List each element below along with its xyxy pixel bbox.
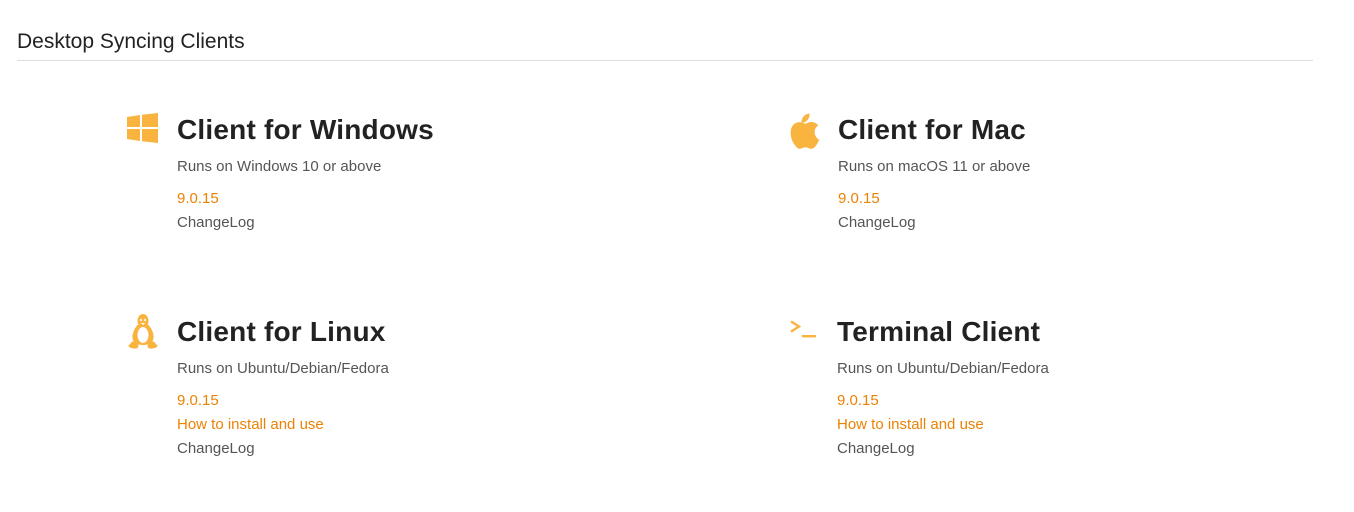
changelog-link[interactable]: ChangeLog — [177, 439, 389, 459]
windows-icon — [127, 113, 161, 151]
version-link[interactable]: 9.0.15 — [838, 189, 1030, 209]
client-body: Client for Mac Runs on macOS 11 or above… — [838, 113, 1030, 233]
client-requirement: Runs on Ubuntu/Debian/Fedora — [837, 360, 1049, 377]
how-to-install-link[interactable]: How to install and use — [837, 415, 1049, 435]
client-requirement: Runs on Windows 10 or above — [177, 158, 382, 175]
section-header: Desktop Syncing Clients — [17, 28, 1313, 61]
client-title: Client for Linux — [177, 316, 386, 347]
version-link[interactable]: 9.0.15 — [837, 391, 1049, 411]
client-body: Terminal Client Runs on Ubuntu/Debian/Fe… — [837, 315, 1049, 459]
changelog-link[interactable]: ChangeLog — [838, 213, 1030, 233]
client-requirement: Runs on Ubuntu/Debian/Fedora — [177, 360, 389, 377]
client-title: Client for Windows — [177, 114, 434, 145]
how-to-install-link[interactable]: How to install and use — [177, 415, 389, 435]
version-link[interactable]: 9.0.15 — [177, 391, 389, 411]
terminal-icon — [788, 315, 822, 353]
linux-icon — [127, 313, 161, 351]
changelog-link[interactable]: ChangeLog — [177, 213, 434, 233]
client-body: Client for Windows Runs on Windows 10 or… — [177, 113, 434, 233]
client-title: Terminal Client — [837, 316, 1041, 347]
apple-icon — [788, 113, 822, 151]
client-body: Client for Linux Runs on Ubuntu/Debian/F… — [177, 315, 389, 459]
client-requirement: Runs on macOS 11 or above — [838, 158, 1031, 175]
client-title: Client for Mac — [838, 114, 1026, 145]
changelog-link[interactable]: ChangeLog — [837, 439, 1049, 459]
section-title: Desktop Syncing Clients — [17, 30, 245, 53]
version-link[interactable]: 9.0.15 — [177, 189, 434, 209]
